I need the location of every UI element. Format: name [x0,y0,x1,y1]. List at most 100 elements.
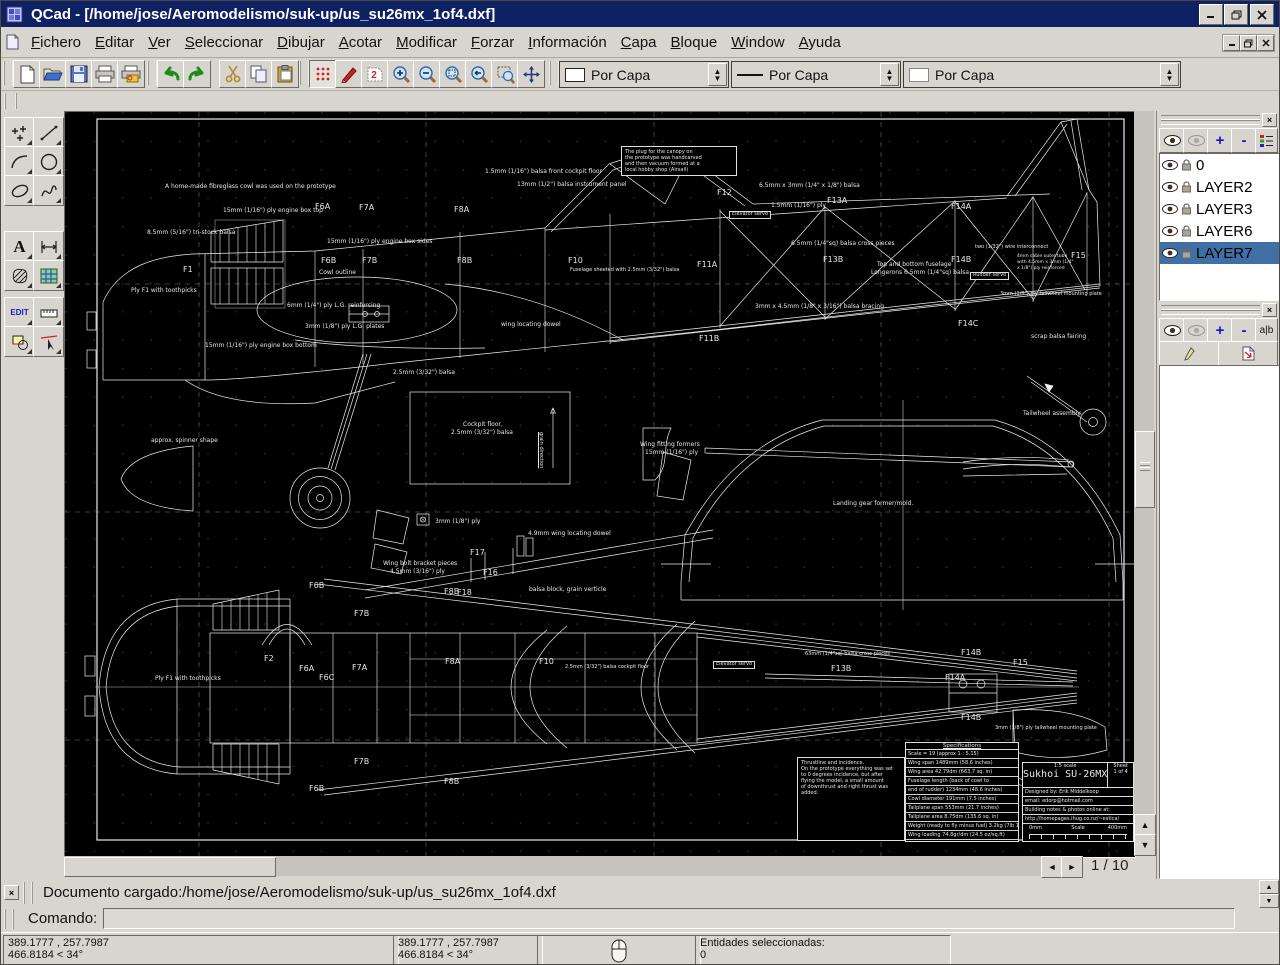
insert-block-icon[interactable] [1218,341,1278,366]
log-scroll-up-icon[interactable]: ▲ [1259,880,1279,894]
rename-block-icon[interactable]: a|b [1255,318,1278,343]
print-icon[interactable] [91,60,119,88]
measure-tool-icon[interactable] [33,297,64,328]
add-block-icon[interactable]: + [1207,318,1233,343]
dimension-tool-icon[interactable] [33,231,64,262]
block-list[interactable] [1159,365,1280,879]
log-scrollbar[interactable]: ▲ ▼ [1259,880,1277,905]
scroll-right-icon[interactable]: ► [1061,856,1083,878]
line-width-combo[interactable]: Por Capa ▲▼ [731,61,901,88]
line-tool-icon[interactable] [33,117,64,148]
color-combo[interactable]: Por Capa ▲▼ [559,61,729,88]
layer-row[interactable]: LAYER7 [1160,242,1279,264]
hide-all-blocks-icon[interactable] [1183,318,1209,343]
save-icon[interactable] [65,60,93,88]
undo-icon[interactable] [157,60,185,88]
pan-icon[interactable] [517,60,545,88]
edit-tool-icon[interactable]: EDIT [4,297,35,328]
menu-item[interactable]: Información [521,31,613,54]
layer-panel-header[interactable]: × [1159,113,1278,126]
paste-icon[interactable] [271,60,299,88]
scroll-down-icon[interactable]: ▼ [1134,834,1156,856]
minimize-button[interactable] [1199,4,1223,25]
draft-mode-icon[interactable] [335,60,363,88]
layer-row[interactable]: 0 [1160,154,1279,176]
vertical-scrollbar[interactable]: ▲ ▼ [1134,111,1154,856]
palette-grip[interactable] [4,93,17,109]
zoom-out-icon[interactable] [413,60,441,88]
menu-item[interactable]: Forzar [464,31,521,54]
copy-icon[interactable] [245,60,273,88]
zoom-window-icon[interactable] [491,60,519,88]
print-preview-icon[interactable] [117,60,145,88]
new-icon[interactable] [13,60,41,88]
image-tool-icon[interactable] [33,260,64,291]
menu-item[interactable]: Dibujar [270,31,332,54]
layer-visible-icon[interactable] [1162,248,1178,258]
layer-row[interactable]: LAYER6 [1160,220,1279,242]
open-icon[interactable] [39,60,67,88]
select-tool-icon[interactable] [33,326,64,357]
layer-row[interactable]: LAYER3 [1160,198,1279,220]
menu-item[interactable]: Capa [614,31,664,54]
line-style-combo[interactable]: Por Capa ▲▼ [903,61,1181,88]
menu-item[interactable]: Fichero [24,31,88,54]
layer-panel-close-icon[interactable]: × [1262,113,1277,127]
layer-visible-icon[interactable] [1162,160,1178,170]
command-grip[interactable] [4,909,14,929]
remove-layer-icon[interactable]: - [1231,128,1257,153]
menu-item[interactable]: Bloque [664,31,725,54]
ellipse-tool-icon[interactable] [4,175,35,206]
block-tool-icon[interactable] [4,326,35,357]
layer-row[interactable]: LAYER2 [1160,176,1279,198]
text-tool-icon[interactable]: A [4,231,35,262]
points-tool-icon[interactable] [4,117,35,148]
scroll-left-icon[interactable]: ◄ [1041,856,1063,878]
zoom-auto-icon[interactable] [439,60,467,88]
drawing-canvas[interactable]: A home-made fibreglass cowl was used on … [64,111,1136,858]
layer-visible-icon[interactable] [1162,204,1178,214]
hatch-tool-icon[interactable] [4,260,35,291]
zoom-previous-icon[interactable] [465,60,493,88]
cut-icon[interactable] [219,60,247,88]
restore-button[interactable] [1224,4,1248,25]
menu-item[interactable]: Acotar [332,31,389,54]
hide-all-layers-icon[interactable] [1183,128,1209,153]
command-input[interactable] [103,908,1235,929]
layer-attributes-icon[interactable] [1255,128,1278,153]
menu-item[interactable]: Editar [88,31,141,54]
mdi-restore-button[interactable] [1240,35,1257,51]
add-layer-icon[interactable]: + [1207,128,1233,153]
redo-icon[interactable] [183,60,211,88]
mdi-minimize-button[interactable] [1223,35,1240,51]
layer-lock-icon[interactable] [1181,225,1192,237]
vertical-scrollbar-thumb[interactable] [1135,431,1155,508]
grid-icon[interactable] [309,60,337,88]
log-grip[interactable] [23,882,33,904]
zoom-in-icon[interactable] [387,60,415,88]
show-all-layers-icon[interactable] [1159,128,1185,153]
show-all-blocks-icon[interactable] [1159,318,1185,343]
close-button[interactable] [1250,4,1274,25]
edit-block-icon[interactable] [1159,341,1219,366]
mdi-close-button[interactable] [1257,35,1274,51]
menu-item[interactable]: Ver [141,31,178,54]
menu-item[interactable]: Modificar [389,31,464,54]
horizontal-scrollbar-thumb[interactable] [64,857,276,877]
layer-lock-icon[interactable] [1181,247,1192,259]
document-window-icon[interactable] [5,34,20,50]
block-panel-header[interactable]: × [1159,303,1278,316]
layer-visible-icon[interactable] [1162,182,1178,192]
layer-lock-icon[interactable] [1181,181,1192,193]
horizontal-scrollbar[interactable]: ◄ ► [64,856,1082,876]
layer-lock-icon[interactable] [1181,159,1192,171]
redraw-icon[interactable]: 2 [361,60,389,88]
circle-tool-icon[interactable] [33,146,64,177]
arc-tool-icon[interactable] [4,146,35,177]
block-panel-close-icon[interactable]: × [1262,303,1277,317]
menu-item[interactable]: Window [724,31,791,54]
scroll-up-icon[interactable]: ▲ [1134,814,1156,836]
spline-tool-icon[interactable] [33,175,64,206]
log-close-icon[interactable]: × [4,885,19,900]
layer-lock-icon[interactable] [1181,203,1192,215]
